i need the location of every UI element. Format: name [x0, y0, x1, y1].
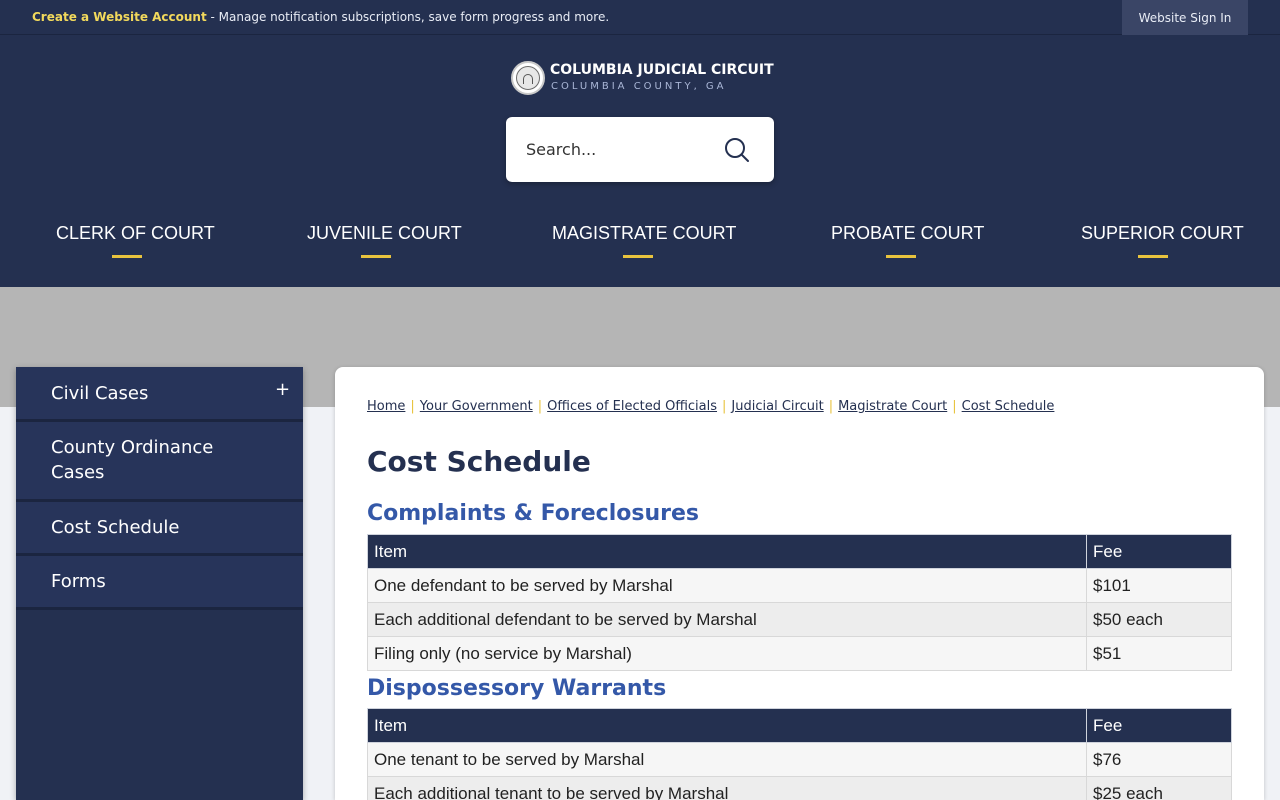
sidebar-item-county-ordinance-cases[interactable]: County Ordinance Cases — [16, 422, 303, 502]
site-title[interactable]: COLUMBIA JUDICIAL CIRCUIT — [550, 62, 774, 78]
nav-underline — [1137, 255, 1168, 258]
nav-underline — [886, 255, 916, 258]
breadcrumb-cost-schedule[interactable]: Cost Schedule — [962, 399, 1055, 414]
table-header-row: Item Fee — [367, 534, 1232, 569]
sidebar-item-label: Cost Schedule — [51, 517, 180, 538]
account-message: Create a Website Account - Manage notifi… — [32, 10, 609, 24]
main-navigation: CLERK OF COURT JUVENILE COURT MAGISTRATE… — [0, 219, 1280, 259]
expand-plus-icon[interactable]: + — [275, 379, 290, 400]
seal-inner — [516, 66, 540, 90]
search-icon[interactable] — [724, 137, 750, 163]
utility-bar: Create a Website Account - Manage notifi… — [0, 0, 1280, 35]
item-cell: Each additional defendant to be served b… — [367, 602, 1087, 637]
complaints-fee-table: Item Fee One defendant to be served by M… — [367, 534, 1232, 671]
fee-cell: $25 each — [1086, 776, 1232, 800]
breadcrumb-judicial-circuit[interactable]: Judicial Circuit — [731, 399, 823, 414]
county-seal-logo[interactable] — [511, 61, 545, 95]
column-header-fee: Fee — [1086, 708, 1232, 743]
breadcrumb-separator: | — [410, 399, 415, 414]
search-input[interactable] — [526, 137, 716, 161]
item-cell: One tenant to be served by Marshal — [367, 742, 1087, 777]
item-cell: Filing only (no service by Marshal) — [367, 636, 1087, 671]
nav-underline — [112, 255, 142, 258]
account-message-text: - Manage notification subscriptions, sav… — [206, 10, 610, 24]
table-row: One defendant to be served by Marshal $1… — [367, 568, 1232, 603]
nav-juvenile-court[interactable]: JUVENILE COURT — [307, 223, 462, 258]
breadcrumb-separator: | — [722, 399, 727, 414]
item-cell: One defendant to be served by Marshal — [367, 568, 1087, 603]
item-cell: Each additional tenant to be served by M… — [367, 776, 1087, 800]
create-account-link[interactable]: Create a Website Account — [32, 10, 207, 24]
nav-underline — [361, 255, 391, 258]
fee-cell: $76 — [1086, 742, 1232, 777]
breadcrumb-separator: | — [952, 399, 957, 414]
site-header: COLUMBIA JUDICIAL CIRCUIT COLUMBIA COUNT… — [0, 35, 1280, 287]
section-title-complaints: Complaints & Foreclosures — [367, 501, 699, 526]
sidebar-item-civil-cases[interactable]: Civil Cases + — [16, 367, 303, 422]
site-subtitle: COLUMBIA COUNTY, GA — [551, 81, 727, 92]
nav-label: CLERK OF COURT — [56, 223, 215, 243]
sidebar-item-forms[interactable]: Forms — [16, 556, 303, 610]
dispossessory-fee-table: Item Fee One tenant to be served by Mars… — [367, 708, 1232, 800]
fee-cell: $50 each — [1086, 602, 1232, 637]
nav-superior-court[interactable]: SUPERIOR COURT — [1081, 223, 1244, 258]
breadcrumb-offices-of-elected-officials[interactable]: Offices of Elected Officials — [547, 399, 717, 414]
seal-dome-icon — [523, 74, 533, 84]
table-row: Filing only (no service by Marshal) $51 — [367, 636, 1232, 671]
website-sign-in-button[interactable]: Website Sign In — [1122, 0, 1248, 35]
fee-cell: $101 — [1086, 568, 1232, 603]
breadcrumb: Home | Your Government | Offices of Elected … — [367, 399, 1054, 414]
breadcrumb-separator: | — [537, 399, 543, 414]
breadcrumb-your-government[interactable]: Your Government — [420, 399, 533, 414]
breadcrumb-separator: | — [828, 399, 834, 414]
fee-cell: $51 — [1086, 636, 1232, 671]
page-title: Cost Schedule — [367, 445, 591, 478]
nav-clerk-of-court[interactable]: CLERK OF COURT — [56, 223, 215, 258]
nav-underline — [622, 255, 653, 258]
column-header-fee: Fee — [1086, 534, 1232, 569]
sidebar-item-label: Forms — [51, 571, 106, 592]
table-row: Each additional defendant to be served b… — [367, 602, 1232, 637]
section-title-dispossessory: Dispossessory Warrants — [367, 676, 667, 701]
column-header-item: Item — [367, 534, 1087, 569]
nav-label: SUPERIOR COURT — [1081, 223, 1244, 243]
search-box — [506, 117, 774, 182]
nav-magistrate-court[interactable]: MAGISTRATE COURT — [552, 223, 736, 258]
sidebar-item-label: Civil Cases — [51, 383, 149, 404]
nav-label: PROBATE COURT — [831, 223, 985, 243]
table-header-row: Item Fee — [367, 708, 1232, 743]
table-row: One tenant to be served by Marshal $76 — [367, 742, 1232, 777]
nav-label: JUVENILE COURT — [307, 223, 462, 243]
breadcrumb-magistrate-court[interactable]: Magistrate Court — [838, 399, 947, 414]
sidebar-item-cost-schedule[interactable]: Cost Schedule — [16, 502, 303, 556]
sidebar-nav: Civil Cases + County Ordinance Cases Cos… — [16, 367, 303, 800]
breadcrumb-home[interactable]: Home — [367, 399, 405, 414]
nav-label: MAGISTRATE COURT — [552, 223, 737, 243]
column-header-item: Item — [367, 708, 1087, 743]
nav-probate-court[interactable]: PROBATE COURT — [831, 223, 984, 258]
main-content: Home | Your Government | Offices of Elected … — [335, 367, 1264, 800]
table-row: Each additional tenant to be served by M… — [367, 776, 1232, 800]
sidebar-item-label: County Ordinance Cases — [51, 437, 214, 483]
